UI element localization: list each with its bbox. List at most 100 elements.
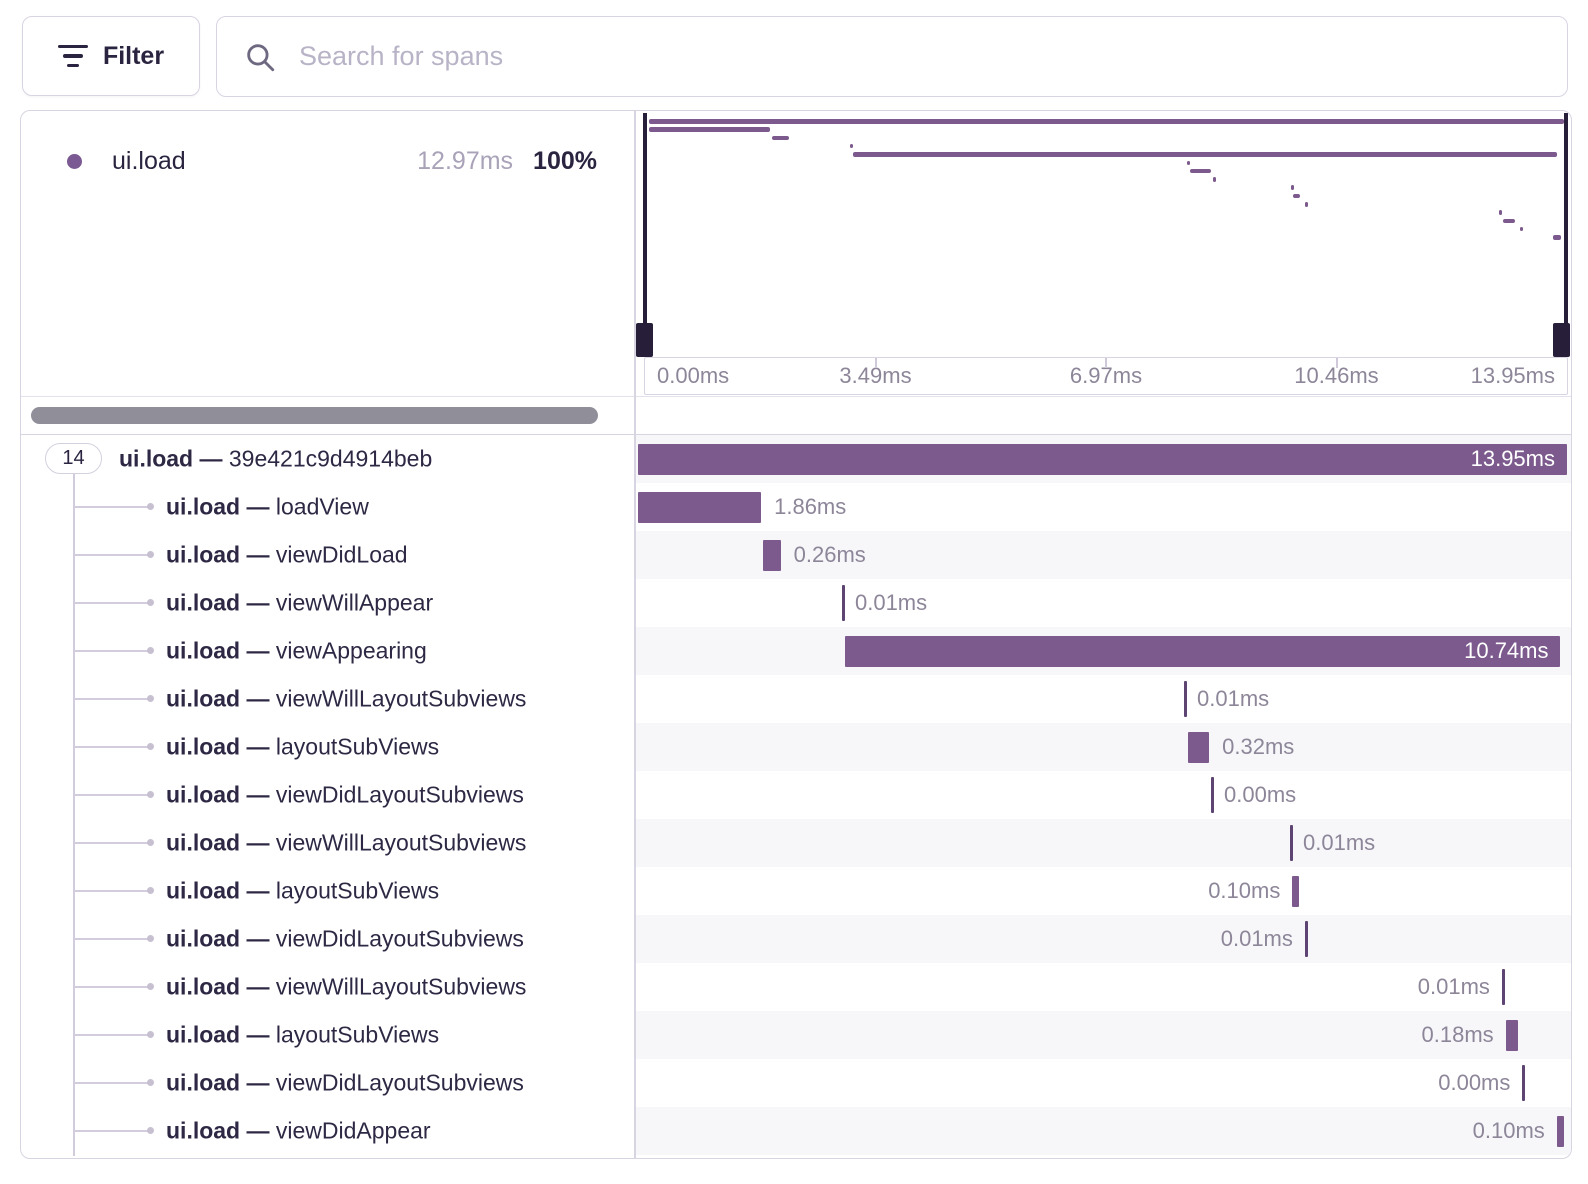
span-tick[interactable] — [1502, 969, 1505, 1005]
waterfall-cell: 0.01ms — [638, 963, 1568, 1011]
tree-connector-horizontal — [73, 1034, 149, 1036]
minimap-viewport-right-edge — [1564, 113, 1568, 325]
waterfall-cell: 0.32ms — [638, 723, 1568, 771]
span-label: ui.load — viewWillLayoutSubviews — [166, 830, 526, 857]
tree-connector-horizontal — [73, 1130, 149, 1132]
child-count-badge[interactable]: 14 — [45, 443, 102, 474]
span-row[interactable]: ui.load — viewDidLayoutSubviews 0.00ms — [21, 771, 1571, 819]
span-label: ui.load — viewAppearing — [166, 638, 427, 665]
tree-connector-vertical — [73, 474, 75, 1156]
horizontal-scrollbar[interactable] — [31, 407, 598, 424]
span-row[interactable]: ui.load — viewWillAppear 0.01ms — [21, 579, 1571, 627]
span-row[interactable]: ui.load — viewDidAppear 0.10ms — [21, 1107, 1571, 1155]
span-bar[interactable] — [638, 492, 762, 523]
tree-connector-horizontal — [73, 1082, 149, 1084]
span-duration-label: 0.26ms — [794, 542, 866, 568]
filter-icon — [58, 45, 88, 68]
tree-connector-dot — [147, 1031, 154, 1038]
span-label: ui.load — viewDidAppear — [166, 1118, 431, 1145]
span-label: ui.load — viewDidLayoutSubviews — [166, 1070, 524, 1097]
span-label: ui.load — viewDidLayoutSubviews — [166, 782, 524, 809]
minimap-span-line — [1503, 219, 1515, 224]
tree-connector-dot — [147, 743, 154, 750]
span-duration-label: 0.10ms — [1208, 878, 1280, 904]
span-tick[interactable] — [1522, 1065, 1525, 1101]
span-row[interactable]: ui.load — viewWillLayoutSubviews 0.01ms — [21, 819, 1571, 867]
span-bar[interactable] — [763, 540, 781, 571]
waterfall-cell: 0.10ms — [638, 1107, 1568, 1155]
tree-connector-horizontal — [73, 890, 149, 892]
trace-panel: ui.load 12.97ms 100% 0.00ms3.49ms6.97ms1… — [20, 110, 1572, 1159]
tree-connector-dot — [147, 1079, 154, 1086]
span-duration-label: 0.01ms — [1303, 830, 1375, 856]
search-input[interactable] — [297, 40, 1541, 73]
span-label: ui.load — viewDidLayoutSubviews — [166, 926, 524, 953]
span-row[interactable]: ui.load — viewWillLayoutSubviews0.01ms — [21, 675, 1571, 723]
span-duration-label: 0.10ms — [1473, 1118, 1545, 1144]
tree-connector-horizontal — [73, 554, 149, 556]
span-row[interactable]: ui.load — loadView 1.86ms — [21, 483, 1571, 531]
span-bar[interactable] — [1506, 1020, 1518, 1051]
span-row[interactable]: ui.load — layoutSubViews 0.10ms — [21, 867, 1571, 915]
span-row[interactable]: ui.load — viewAppearing10.74ms — [21, 627, 1571, 675]
panel-divider — [634, 111, 636, 1158]
span-row[interactable]: 14ui.load — 39e421c9d4914beb13.95ms — [21, 435, 1571, 483]
span-bar[interactable] — [1292, 876, 1299, 907]
span-tick[interactable] — [1211, 777, 1214, 813]
time-axis: 0.00ms3.49ms6.97ms10.46ms13.95ms — [644, 357, 1568, 395]
minimap-span-line — [1190, 169, 1211, 174]
waterfall-cell: 0.01ms — [638, 819, 1568, 867]
span-duration-label: 0.01ms — [1221, 926, 1293, 952]
span-row[interactable]: ui.load — viewDidLayoutSubviews 0.01ms — [21, 915, 1571, 963]
span-bar[interactable] — [1557, 1116, 1564, 1147]
tree-connector-dot — [147, 935, 154, 942]
scrollbar-row — [21, 396, 1571, 435]
span-label: ui.load — viewWillAppear — [166, 590, 433, 617]
span-tick[interactable] — [1290, 825, 1293, 861]
span-duration-label: 1.86ms — [774, 494, 846, 520]
span-tick[interactable] — [1184, 681, 1187, 717]
axis-tick-label: 13.95ms — [1471, 363, 1555, 389]
span-duration-label: 0.00ms — [1224, 782, 1296, 808]
axis-tick-mark — [1336, 358, 1338, 368]
op-color-dot — [67, 154, 82, 169]
axis-tick-label: 0.00ms — [657, 363, 729, 389]
search-icon — [243, 40, 277, 74]
span-bar[interactable] — [638, 444, 1568, 475]
waterfall-cell: 0.01ms — [638, 915, 1568, 963]
span-label: ui.load — loadView — [166, 494, 369, 521]
span-tick[interactable] — [842, 585, 845, 621]
minimap-span-line — [1293, 194, 1300, 199]
waterfall-cell: 0.10ms — [638, 867, 1568, 915]
span-row[interactable]: ui.load — viewWillLayoutSubviews0.01ms — [21, 963, 1571, 1011]
minimap-left-drag-handle[interactable] — [636, 323, 653, 357]
tree-connector-horizontal — [73, 650, 149, 652]
filter-button-label: Filter — [103, 42, 164, 71]
tree-connector-dot — [147, 647, 154, 654]
span-row[interactable]: ui.load — viewDidLayoutSubviews0.00ms — [21, 1059, 1571, 1107]
tree-connector-horizontal — [73, 938, 149, 940]
span-row[interactable]: ui.load — viewDidLoad0.26ms — [21, 531, 1571, 579]
tree-connector-dot — [147, 695, 154, 702]
op-percent: 100% — [533, 147, 597, 176]
span-bar[interactable] — [1188, 732, 1209, 763]
filter-button[interactable]: Filter — [22, 16, 200, 96]
span-row[interactable]: ui.load — layoutSubViews0.32ms — [21, 723, 1571, 771]
tree-connector-dot — [147, 551, 154, 558]
op-name: ui.load — [112, 147, 401, 176]
minimap-span-line — [1291, 185, 1294, 190]
minimap-span-line — [1305, 202, 1308, 207]
trace-minimap[interactable] — [636, 111, 1572, 357]
span-tick[interactable] — [1305, 921, 1308, 957]
minimap-span-line — [649, 119, 1564, 124]
tree-connector-dot — [147, 983, 154, 990]
span-label: ui.load — layoutSubViews — [166, 878, 439, 905]
span-duration-label: 0.18ms — [1422, 1022, 1494, 1048]
axis-tick-mark — [875, 358, 877, 368]
minimap-right-drag-handle[interactable] — [1553, 323, 1570, 357]
op-duration: 12.97ms — [417, 147, 513, 176]
span-bar[interactable] — [845, 636, 1561, 667]
span-row[interactable]: ui.load — layoutSubViews0.18ms — [21, 1011, 1571, 1059]
waterfall-cell: 0.01ms — [638, 579, 1568, 627]
span-duration-label: 0.01ms — [855, 590, 927, 616]
